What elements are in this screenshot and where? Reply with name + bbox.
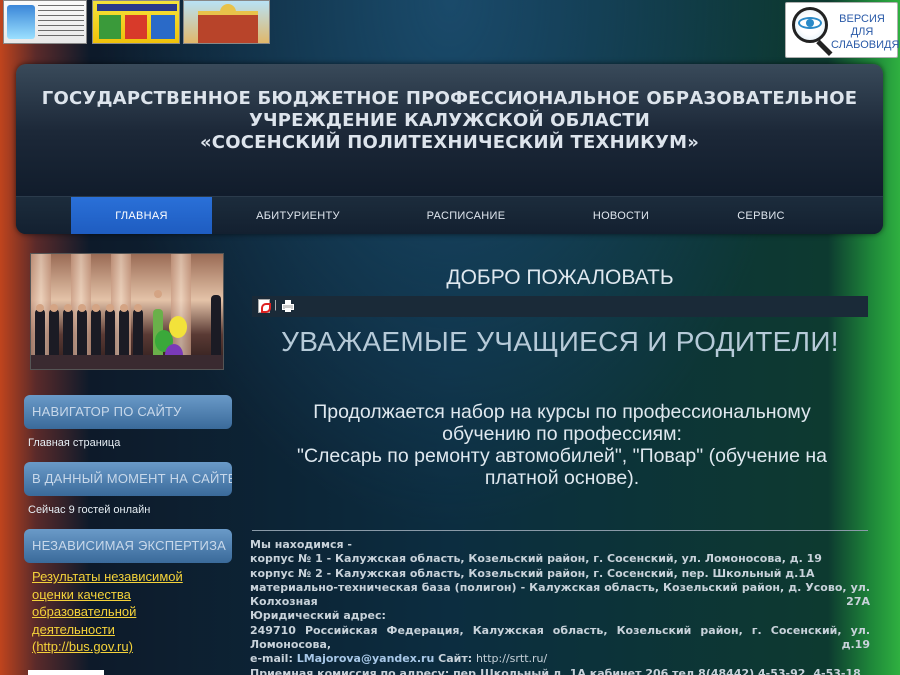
low-vision-version-button[interactable]: ВЕРСИЯ ДЛЯ СЛАБОВИДЯЩИХ <box>785 2 900 58</box>
announcement-line: обучению по профессиям: <box>442 423 682 445</box>
eye-pupil-icon <box>806 19 814 27</box>
base-address: материально-техническая база (полигон) -… <box>250 580 870 609</box>
banner-block-graphic <box>99 15 121 39</box>
navigator-module-title: НАВИГАТОР ПО САЙТУ <box>24 395 232 429</box>
online-count-text: Сейчас 9 гостей онлайн <box>28 504 151 516</box>
home-page-link[interactable]: Главная страница <box>28 437 120 449</box>
sidebar-banner-edge <box>28 670 104 675</box>
event-photo <box>30 253 224 370</box>
banner-text-graphic <box>38 5 84 39</box>
site-title-line: «СОСЕНСКИЙ ПОЛИТЕХНИЧЕСКИЙ ТЕХНИКУМ» <box>199 132 700 153</box>
banner-block-graphic <box>151 15 175 39</box>
site-title-line: УЧРЕЖДЕНИЕ КАЛУЖСКОЙ ОБЛАСТИ <box>248 110 651 131</box>
online-module-title: В ДАННЫЙ МОМЕНТ НА САЙТЕ <box>24 462 232 496</box>
announcement-line: платной основе). <box>484 467 640 489</box>
announcement-line: "Слесарь по ремонту автомобилей", "Повар… <box>297 445 827 467</box>
site-title-line: ГОСУДАРСТВЕННОЕ БЮДЖЕТНОЕ ПРОФЕССИОНАЛЬН… <box>41 88 858 109</box>
email-label: e-mail: <box>250 652 293 666</box>
main-nav: ГЛАВНАЯ АБИТУРИЕНТУ РАСПИСАНИЕ НОВОСТИ С… <box>16 196 883 234</box>
partner-banner-2[interactable] <box>92 0 180 44</box>
legal-address: 249710 Российская Федерация, Калужская о… <box>250 623 870 652</box>
low-vision-label-line: ВЕРСИЯ <box>839 13 885 25</box>
greeting-heading: УВАЖАЕМЫЕ УЧАЩИЕСЯ И РОДИТЕЛИ! <box>281 326 839 357</box>
campus2-address: корпус № 2 - Калужская область, Козельск… <box>250 566 815 580</box>
pdf-icon[interactable] <box>258 299 271 313</box>
contact-block: Мы находимся - корпус № 1 - Калужская об… <box>250 538 870 675</box>
low-vision-label: ВЕРСИЯ ДЛЯ СЛАБОВИДЯЩИХ <box>831 13 900 52</box>
banner-block-graphic <box>125 15 147 39</box>
expertise-module-title: НЕЗАВИСИМАЯ ЭКСПЕРТИЗА <box>24 529 232 563</box>
nav-item-news[interactable]: НОВОСТИ <box>556 197 686 234</box>
site-title: ГОСУДАРСТВЕННОЕ БЮДЖЕТНОЕ ПРОФЕССИОНАЛЬН… <box>16 88 883 154</box>
banner-header-graphic <box>97 4 177 11</box>
site-header: ГОСУДАРСТВЕННОЕ БЮДЖЕТНОЕ ПРОФЕССИОНАЛЬН… <box>16 64 883 234</box>
partner-banner-3[interactable] <box>183 0 270 44</box>
announcement-line: Продолжается набор на курсы по профессио… <box>313 401 811 423</box>
low-vision-label-line: СЛАБОВИДЯЩИХ <box>831 39 900 51</box>
nav-item-home[interactable]: ГЛАВНАЯ <box>71 197 212 234</box>
site-label: Сайт: <box>438 652 473 666</box>
toolbar-separator: | <box>274 299 277 311</box>
contact-links-row: e-mail: LMajorova@yandex.ru Сайт: http:/… <box>250 652 870 666</box>
contacts-heading: Мы находимся - <box>250 538 352 551</box>
legal-address-heading: Юридический адрес: <box>250 609 386 623</box>
building-icon <box>198 11 258 43</box>
nav-item-applicants[interactable]: АБИТУРИЕНТУ <box>226 197 370 234</box>
partner-banner-1[interactable] <box>3 0 87 44</box>
admissions-address: Приемная комиссия по адресу: пер.Школьны… <box>250 666 861 675</box>
nav-item-schedule[interactable]: РАСПИСАНИЕ <box>396 197 536 234</box>
site-link[interactable]: http://srtt.ru/ <box>476 652 547 665</box>
partner-logo-icon <box>7 5 35 39</box>
article-toolbar: | <box>252 296 868 317</box>
content-divider <box>252 530 868 531</box>
print-icon[interactable] <box>282 300 294 312</box>
email-link[interactable]: LMajorova@yandex.ru <box>297 652 435 665</box>
announcement-text: Продолжается набор на курсы по профессио… <box>262 401 862 489</box>
top-banners <box>0 0 900 60</box>
page-title: ДОБРО ПОЖАЛОВАТЬ <box>446 266 674 289</box>
expertise-results-link[interactable]: Результаты независимой оценки качества о… <box>32 568 212 656</box>
campus1-address: корпус № 1 - Калужская область, Козельск… <box>250 552 822 566</box>
low-vision-label-line: ДЛЯ <box>850 26 874 38</box>
nav-item-service[interactable]: СЕРВИС <box>706 197 816 234</box>
